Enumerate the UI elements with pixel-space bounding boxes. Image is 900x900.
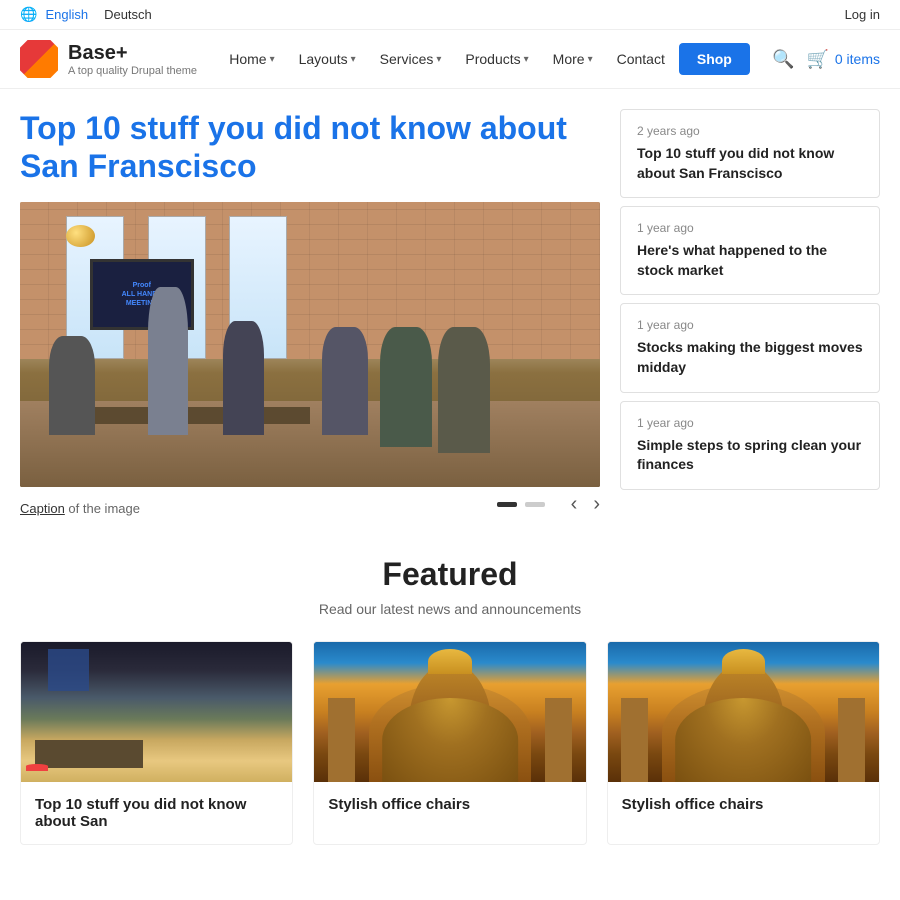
prev-slide-button[interactable]: ‹: [571, 493, 578, 516]
featured-card-image-3: [608, 642, 879, 782]
top-bar: 🌐 English Deutsch Log in: [0, 0, 900, 30]
nav-home[interactable]: Home ▾: [219, 45, 284, 73]
logo[interactable]: Base+ A top quality Drupal theme: [20, 40, 197, 78]
hero-scene: Proof ALL HANDS MEETING: [20, 202, 600, 487]
featured-card-title-1: Top 10 stuff you did not know about San: [35, 796, 278, 830]
main-nav: Home ▾ Layouts ▾ Services ▾ Products ▾ M…: [217, 43, 752, 75]
hero-section: Top 10 stuff you did not know about San …: [20, 109, 600, 516]
featured-card-body-1: Top 10 stuff you did not know about San: [21, 782, 292, 844]
hero-image: Proof ALL HANDS MEETING: [20, 202, 600, 487]
news-title: Here's what happened to the stock market: [637, 241, 863, 280]
news-time: 1 year ago: [637, 416, 863, 430]
chevron-down-icon: ▾: [588, 54, 593, 65]
person-silhouette: [380, 327, 432, 447]
logo-icon: [20, 40, 58, 78]
chevron-down-icon: ▾: [270, 54, 275, 65]
temple-image-1: [314, 642, 585, 782]
hero-navigation: Caption of the image ‹ ›: [20, 493, 600, 516]
chevron-down-icon: ▾: [524, 54, 529, 65]
globe-icon: 🌐: [20, 6, 37, 23]
slide-dot-1[interactable]: [497, 502, 517, 507]
logo-text: Base+ A top quality Drupal theme: [68, 42, 197, 77]
news-title: Simple steps to spring clean your financ…: [637, 436, 863, 475]
featured-card-1[interactable]: Top 10 stuff you did not know about San: [20, 641, 293, 845]
chevron-down-icon: ▾: [351, 54, 356, 65]
language-selector: 🌐 English Deutsch: [20, 6, 152, 23]
slide-arrows: ‹ ›: [497, 493, 600, 516]
news-sidebar: 2 years ago Top 10 stuff you did not kno…: [620, 109, 880, 516]
featured-title: Featured: [20, 556, 880, 593]
lang-deutsch[interactable]: Deutsch: [104, 7, 152, 22]
slide-dot-2[interactable]: [525, 502, 545, 507]
hero-title: Top 10 stuff you did not know about San …: [20, 109, 600, 186]
featured-card-2[interactable]: Stylish office chairs: [313, 641, 586, 845]
cart-link[interactable]: 🛒 0 items: [806, 49, 880, 70]
header: Base+ A top quality Drupal theme Home ▾ …: [0, 30, 900, 89]
person-silhouette: [322, 327, 368, 435]
logo-name: Base+: [68, 42, 197, 65]
featured-card-body-2: Stylish office chairs: [314, 782, 585, 827]
lang-english[interactable]: English: [45, 7, 88, 22]
main-content: Top 10 stuff you did not know about San …: [0, 89, 900, 526]
office-image: [21, 642, 292, 782]
nav-services[interactable]: Services ▾: [370, 45, 452, 73]
chevron-down-icon: ▾: [436, 54, 441, 65]
logo-subtitle: A top quality Drupal theme: [68, 65, 197, 77]
featured-card-3[interactable]: Stylish office chairs: [607, 641, 880, 845]
search-button[interactable]: 🔍: [772, 49, 794, 70]
featured-card-title-2: Stylish office chairs: [328, 796, 571, 813]
cart-count: 0 items: [835, 51, 880, 67]
header-icons: 🔍 🛒 0 items: [772, 49, 880, 70]
featured-card-image-1: [21, 642, 292, 782]
nav-contact[interactable]: Contact: [607, 45, 675, 73]
nav-products[interactable]: Products ▾: [455, 45, 538, 73]
news-card-1[interactable]: 2 years ago Top 10 stuff you did not kno…: [620, 109, 880, 198]
news-title: Top 10 stuff you did not know about San …: [637, 144, 863, 183]
presenter-silhouette: [148, 287, 189, 435]
featured-grid: Top 10 stuff you did not know about San: [20, 641, 880, 845]
featured-card-image-2: [314, 642, 585, 782]
person-silhouette: [438, 327, 490, 452]
featured-card-title-3: Stylish office chairs: [622, 796, 865, 813]
news-card-4[interactable]: 1 year ago Simple steps to spring clean …: [620, 401, 880, 490]
hero-caption: Caption of the image: [20, 501, 140, 516]
nav-layouts[interactable]: Layouts ▾: [289, 45, 366, 73]
cart-icon: 🛒: [806, 49, 828, 70]
news-card-3[interactable]: 1 year ago Stocks making the biggest mov…: [620, 303, 880, 392]
featured-section: Featured Read our latest news and announ…: [0, 526, 900, 865]
news-time: 2 years ago: [637, 124, 863, 138]
nav-more[interactable]: More ▾: [543, 45, 603, 73]
news-time: 1 year ago: [637, 221, 863, 235]
news-time: 1 year ago: [637, 318, 863, 332]
person-silhouette: [223, 321, 264, 435]
news-card-2[interactable]: 1 year ago Here's what happened to the s…: [620, 206, 880, 295]
next-slide-button[interactable]: ›: [593, 493, 600, 516]
shop-button[interactable]: Shop: [679, 43, 750, 75]
search-icon: 🔍: [772, 49, 794, 69]
caption-link[interactable]: Caption: [20, 501, 65, 516]
featured-subtitle: Read our latest news and announcements: [20, 601, 880, 617]
hero-image-container: Proof ALL HANDS MEETING: [20, 202, 600, 516]
news-title: Stocks making the biggest moves midday: [637, 338, 863, 377]
temple-image-2: [608, 642, 879, 782]
featured-card-body-3: Stylish office chairs: [608, 782, 879, 827]
login-link[interactable]: Log in: [845, 7, 880, 22]
person-silhouette: [49, 336, 95, 436]
